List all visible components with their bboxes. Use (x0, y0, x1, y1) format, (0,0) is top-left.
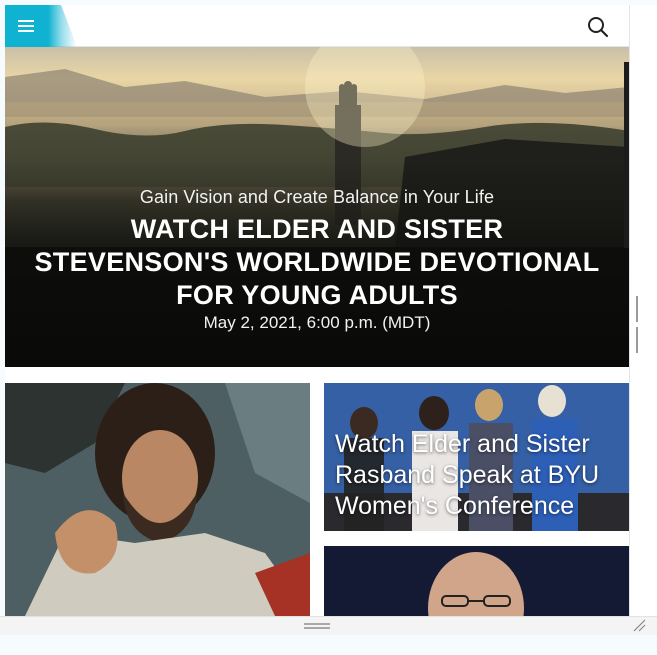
site-header (5, 5, 629, 47)
tile-rasband-byu[interactable]: Watch Elder and Sister Rasband Speak at … (324, 383, 629, 531)
bottom-resize-bar (0, 616, 657, 635)
hero-date: May 2, 2021, 6:00 p.m. (MDT) (203, 313, 431, 332)
menu-button[interactable] (5, 5, 77, 47)
horizontal-resize-grip[interactable] (304, 623, 330, 629)
portrait-image (324, 546, 629, 616)
page: Gain Vision and Create Balance in Your L… (5, 5, 629, 616)
tile-portrait[interactable] (324, 546, 629, 616)
tile-rasband-caption: Watch Elder and Sister Rasband Speak at … (335, 430, 600, 520)
side-panel (629, 5, 657, 616)
hero-title[interactable]: WATCH ELDER AND SISTER STEVENSON'S WORLD… (31, 213, 603, 312)
hamburger-menu-icon (18, 20, 34, 32)
hero-subtitle: Gain Vision and Create Balance in Your L… (139, 187, 495, 207)
browser-viewport: Gain Vision and Create Balance in Your L… (0, 0, 657, 655)
jesus-praying-image (5, 383, 310, 616)
window-footer (0, 635, 657, 655)
hero-banner[interactable]: Gain Vision and Create Balance in Your L… (5, 47, 629, 367)
search-button[interactable] (587, 16, 609, 38)
tile-jesus-praying[interactable] (5, 383, 310, 616)
resize-corner-icon[interactable] (632, 618, 646, 632)
search-icon (588, 17, 609, 38)
vertical-resize-grip[interactable] (636, 296, 642, 353)
